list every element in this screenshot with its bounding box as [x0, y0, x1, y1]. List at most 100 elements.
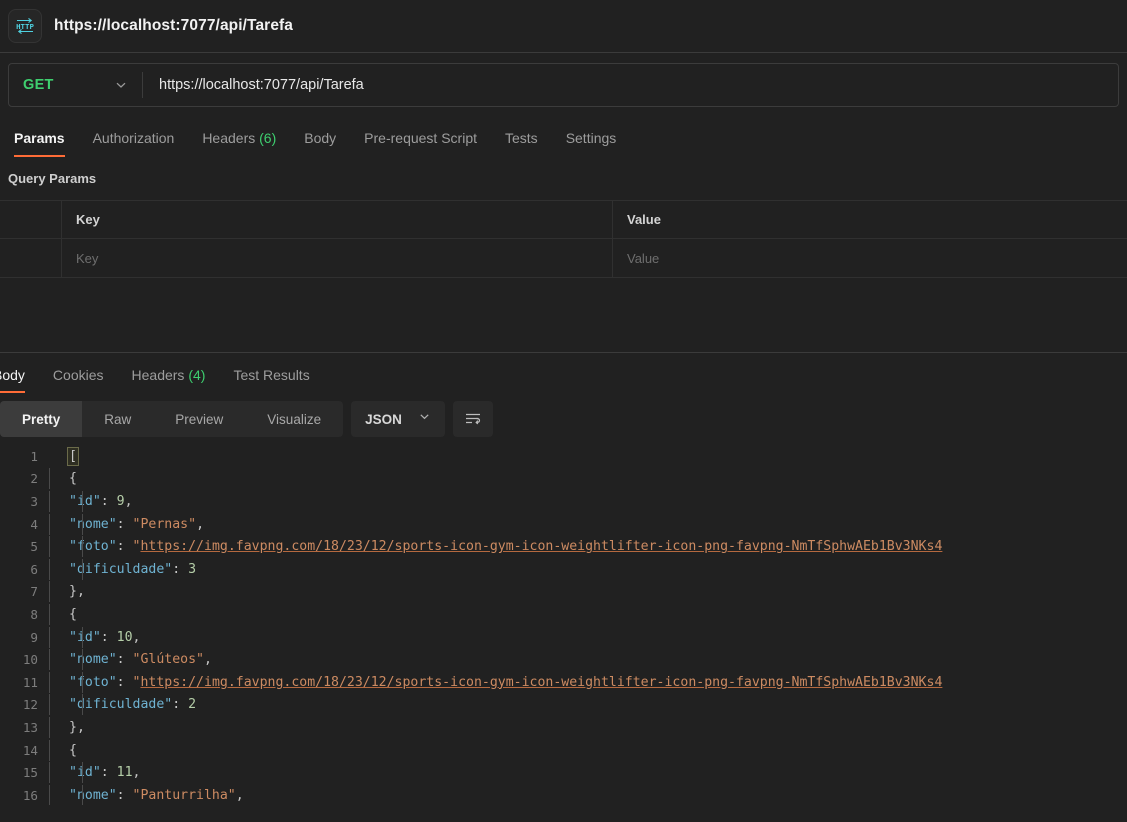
tab-settings[interactable]: Settings — [552, 130, 631, 157]
word-wrap-icon[interactable] — [452, 401, 493, 437]
code-line: 2 { — [0, 468, 1127, 491]
chevron-down-icon — [114, 78, 128, 92]
line-number: 6 — [30, 561, 38, 577]
code-line: 10 "nome": "Glúteos", — [0, 648, 1127, 671]
json-token: { — [69, 606, 77, 622]
method-label: GET — [23, 77, 54, 93]
code-text: { — [47, 739, 77, 761]
row-checkbox-cell[interactable] — [0, 239, 62, 277]
json-token: , — [204, 652, 212, 668]
code-text: }, — [47, 581, 85, 603]
indent-guide — [49, 716, 50, 738]
line-number: 8 — [30, 606, 38, 622]
view-mode-label: Preview — [175, 411, 224, 427]
indent-guide — [49, 784, 50, 805]
code-text: "dificuldade": 2 — [47, 694, 196, 716]
code-line: 1[ — [0, 445, 1127, 468]
tab-pre-request-script[interactable]: Pre-request Script — [350, 130, 491, 157]
line-number: 9 — [30, 629, 38, 645]
line-number: 4 — [30, 516, 38, 532]
indent-guide — [82, 536, 83, 558]
json-token: "nome" — [69, 652, 117, 668]
json-token: 9 — [116, 493, 125, 509]
json-token: 11 — [116, 765, 133, 781]
url-input[interactable]: https://localhost:7077/api/Tarefa — [143, 77, 1118, 93]
indent-guide — [82, 784, 83, 805]
param-key-input[interactable]: Key — [62, 239, 613, 277]
json-token: }, — [69, 584, 85, 600]
code-line: 4 "nome": "Pernas", — [0, 513, 1127, 536]
column-header-value: Value — [613, 201, 1127, 238]
json-token: "foto" — [69, 674, 117, 690]
json-token: "id" — [69, 765, 101, 781]
method-selector[interactable]: GET — [9, 64, 142, 106]
table-row[interactable]: Key Value — [0, 239, 1127, 278]
code-line: 6 "dificuldade": 3 — [0, 558, 1127, 581]
json-token: : — [100, 493, 117, 509]
tab-label: Test Results — [233, 367, 310, 383]
code-text: }, — [47, 716, 85, 738]
view-mode-label: Raw — [104, 411, 132, 427]
indent-guide — [49, 468, 50, 490]
column-header-key: Key — [62, 201, 613, 238]
code-line: 13 }, — [0, 716, 1127, 739]
code-line: 3 "id": 9, — [0, 490, 1127, 513]
view-mode-group: Pretty Raw Preview Visualize — [0, 401, 344, 437]
query-params-table: Key Value Key Value — [0, 200, 1127, 278]
tab-headers[interactable]: Headers (6) — [188, 130, 290, 157]
code-text: "id": 10, — [47, 626, 141, 648]
format-dropdown[interactable]: JSON — [351, 401, 445, 437]
code-text: "nome": "Panturrilha", — [47, 784, 244, 805]
tab-label: Body — [0, 367, 25, 383]
view-mode-raw[interactable]: Raw — [82, 401, 153, 437]
tab-label: Headers — [131, 367, 185, 383]
tab-label: Headers — [202, 130, 256, 146]
view-mode-preview[interactable]: Preview — [153, 401, 245, 437]
indent-guide — [49, 513, 50, 535]
indent-guide — [82, 490, 83, 512]
response-tab-headers[interactable]: Headers (4) — [118, 367, 220, 393]
json-token: , — [132, 629, 141, 645]
http-icon: HTTP — [8, 9, 42, 43]
indent-guide — [82, 671, 83, 693]
column-label: Value — [627, 212, 661, 227]
code-line: 7 }, — [0, 581, 1127, 604]
json-token: [ — [67, 446, 79, 466]
code-line: 9 "id": 10, — [0, 626, 1127, 649]
response-tab-test-results[interactable]: Test Results — [219, 367, 323, 393]
tab-tests[interactable]: Tests — [491, 130, 552, 157]
query-params-title: Query Params — [8, 171, 97, 186]
line-number: 1 — [30, 448, 38, 464]
response-body-viewer[interactable]: 1[2 {3 "id": 9, 4 "nome": "Pernas", 5 "fot… — [0, 445, 1127, 805]
indent-guide — [49, 649, 50, 671]
view-mode-visualize[interactable]: Visualize — [245, 401, 343, 437]
column-label: Key — [76, 212, 100, 227]
view-mode-pretty[interactable]: Pretty — [0, 401, 83, 437]
tab-label: Cookies — [52, 367, 104, 383]
line-number: 16 — [22, 787, 38, 803]
json-url-link[interactable]: https://img.favpng.com/18/23/12/sports-i… — [140, 675, 942, 690]
tab-authorization[interactable]: Authorization — [79, 130, 189, 157]
tab-params[interactable]: Params — [8, 130, 79, 157]
json-url-link[interactable]: https://img.favpng.com/18/23/12/sports-i… — [140, 539, 942, 554]
indent-guide — [49, 739, 50, 761]
line-number: 13 — [22, 719, 38, 735]
json-token: , — [124, 493, 133, 509]
tab-label: Settings — [565, 130, 617, 146]
indent-guide — [49, 626, 50, 648]
line-number: 2 — [30, 471, 38, 487]
json-token: "nome" — [69, 787, 117, 803]
tab-body[interactable]: Body — [290, 130, 350, 157]
code-line: 5 "foto": "https://img.favpng.com/18/23/… — [0, 535, 1127, 558]
response-tab-cookies[interactable]: Cookies — [39, 367, 118, 393]
key-placeholder: Key — [76, 250, 99, 266]
indent-guide — [82, 694, 83, 716]
code-text: "id": 11, — [47, 762, 141, 784]
response-pane: Body Cookies Headers (4) Test Results Pr… — [0, 353, 1127, 805]
response-tab-body[interactable]: Body — [0, 367, 39, 393]
select-all-cell — [0, 201, 62, 238]
tab-count: (4) — [188, 367, 206, 383]
line-number: 10 — [22, 652, 38, 668]
json-token: "Panturrilha" — [132, 787, 236, 803]
param-value-input[interactable]: Value — [613, 239, 1127, 277]
